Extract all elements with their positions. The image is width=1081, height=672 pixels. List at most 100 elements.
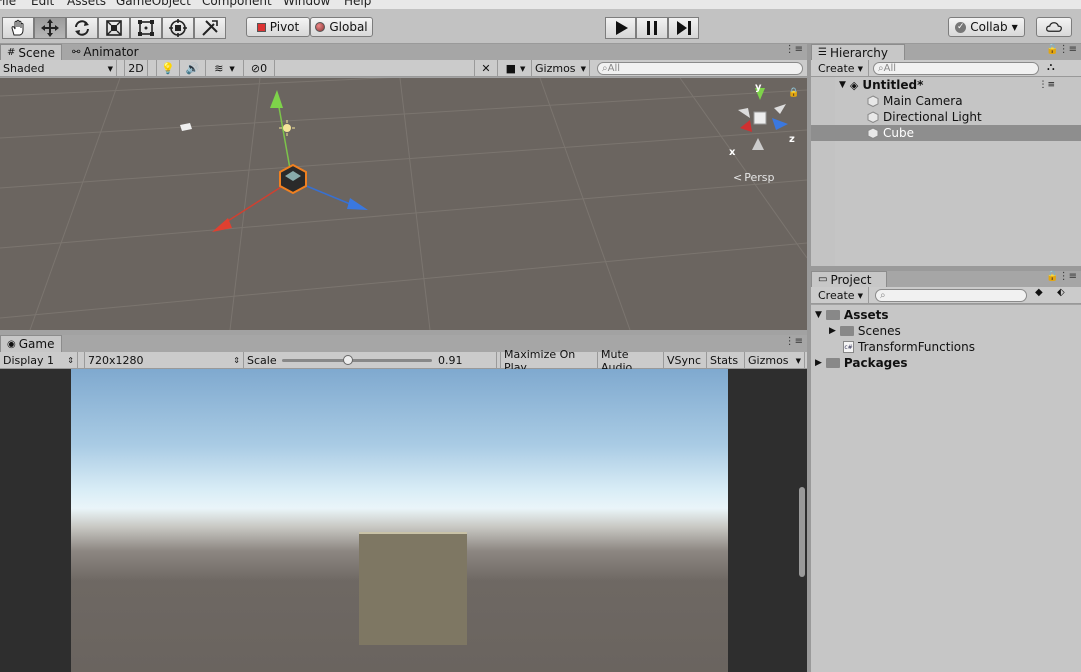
camera-dropdown[interactable]: ■ ▼: [500, 60, 532, 77]
axis-z-label: z: [789, 134, 795, 145]
vsync-toggle[interactable]: VSync: [664, 352, 707, 369]
hierarchy-item-label: Directional Light: [883, 110, 982, 124]
play-button[interactable]: [605, 17, 636, 39]
tab-scene-label: Scene: [18, 45, 55, 60]
menu-component[interactable]: Component: [202, 0, 272, 8]
audio-toggle[interactable]: 🔊: [180, 60, 206, 77]
scale-slider-group: Scale 0.91: [244, 352, 497, 369]
2d-toggle[interactable]: 2D: [124, 60, 148, 77]
hierarchy-create-dropdown[interactable]: Create ▼: [815, 60, 869, 77]
grid-icon: #: [7, 47, 16, 58]
scale-slider-thumb[interactable]: [343, 355, 353, 365]
collab-dropdown[interactable]: ✓ Collab ▼: [948, 17, 1025, 37]
cloud-button[interactable]: [1036, 17, 1072, 37]
project-search-input[interactable]: ⌕: [875, 289, 1027, 302]
menu-assets[interactable]: Assets: [67, 0, 106, 8]
resolution-dropdown[interactable]: 720x1280 ⇕: [84, 352, 244, 369]
scene-viewport[interactable]: y x z 🔒 < Persp: [0, 78, 807, 330]
project-folder-assets[interactable]: ▼ Assets: [815, 307, 889, 323]
persp-label[interactable]: < Persp: [733, 171, 774, 184]
scene-search-input[interactable]: ⌕ All: [597, 62, 803, 75]
check-icon: ✓: [955, 21, 967, 33]
rotate-tool-button[interactable]: [66, 17, 98, 39]
tab-scene[interactable]: # Scene: [0, 44, 62, 60]
stats-toggle[interactable]: Stats: [707, 352, 745, 369]
menu-help[interactable]: Help: [344, 0, 371, 8]
project-tabbar: ▭ Project 🔒⋮≡: [811, 271, 1081, 287]
animator-icon: ⚯: [72, 46, 81, 58]
dropdown-arrow-icon: ▼: [580, 64, 586, 73]
hierarchy-item[interactable]: Main Camera: [867, 93, 963, 109]
lock-icon[interactable]: 🔒: [788, 88, 799, 98]
hierarchy-item[interactable]: Directional Light: [867, 109, 982, 125]
gameobject-icon: [867, 111, 879, 123]
game-viewport[interactable]: [0, 369, 807, 672]
dropdown-arrow-icon: ▼: [107, 64, 113, 73]
hidden-objects-toggle[interactable]: ⊘ 0: [244, 60, 275, 77]
tab-hierarchy[interactable]: ☰ Hierarchy: [811, 44, 905, 60]
hierarchy-search-input[interactable]: ⌕ All: [873, 62, 1039, 75]
scene-root[interactable]: ▼ ◈ Untitled* ⋮≡: [839, 77, 1081, 93]
effects-dropdown[interactable]: ≋ ▼: [206, 60, 244, 77]
filter-type-icon[interactable]: ◆: [1035, 287, 1043, 304]
folder-icon: [839, 326, 854, 336]
scene-name: Untitled*: [862, 78, 924, 92]
hand-tool-button[interactable]: [2, 17, 34, 39]
scale-slider[interactable]: [282, 355, 432, 365]
step-button[interactable]: [668, 17, 699, 39]
tab-game-label: Game: [18, 337, 55, 351]
scale-tool-button[interactable]: [98, 17, 130, 39]
hand-icon: [11, 19, 24, 36]
label-icon[interactable]: ⬖: [1057, 287, 1065, 304]
maximize-on-play-toggle[interactable]: Maximize On Play: [500, 348, 598, 374]
project-folder-packages[interactable]: ▶ Packages: [815, 355, 908, 371]
create-label: Create: [818, 62, 855, 75]
filter-icon[interactable]: ⛬: [1047, 60, 1055, 77]
search-placeholder: All: [607, 63, 621, 74]
tab-game[interactable]: ◉ Game: [0, 335, 62, 352]
tools-toggle[interactable]: ✕: [474, 60, 498, 77]
dropdown-arrow-icon: ▼: [795, 356, 801, 365]
hierarchy-item-selected[interactable]: Cube: [867, 125, 914, 141]
transform-tool-button[interactable]: [162, 17, 194, 39]
gizmos-label: Gizmos: [535, 62, 576, 75]
cube-object: [359, 532, 467, 645]
panel-menu-icon[interactable]: 🔒⋮≡: [1046, 44, 1077, 55]
menu-file[interactable]: File: [0, 0, 16, 8]
move-tool-button[interactable]: [34, 17, 66, 39]
game-gizmos-dropdown[interactable]: Gizmos ▼: [745, 352, 805, 369]
lightbulb-icon: 💡: [161, 62, 175, 75]
dropdown-arrow-icon: ▼: [520, 64, 526, 73]
move-icon: [41, 19, 59, 37]
scene-toolbar: Shaded ▼ 2D 💡 🔊 ≋ ▼ ⊘ 0 ✕ ■ ▼ Gizmos ▼ ⌕ A…: [0, 60, 807, 77]
panel-menu-icon[interactable]: ⋮≡: [785, 336, 803, 347]
selected-row-highlight: [811, 125, 1081, 141]
mute-audio-toggle[interactable]: Mute Audio: [598, 348, 664, 374]
list-icon: ☰: [818, 47, 827, 58]
gizmos-dropdown[interactable]: Gizmos ▼: [532, 60, 590, 77]
tab-animator[interactable]: ⚯ Animator: [66, 44, 146, 60]
folder-label: Assets: [843, 308, 889, 322]
project-folder-scenes[interactable]: ▶ Scenes: [829, 323, 901, 339]
display-label: Display 1: [3, 354, 55, 367]
collab-label: Collab: [970, 20, 1008, 34]
lighting-toggle[interactable]: 💡: [156, 60, 180, 77]
panel-menu-icon[interactable]: ⋮≡: [785, 44, 803, 55]
pivot-toggle[interactable]: Pivot: [246, 17, 310, 37]
menu-edit[interactable]: Edit: [31, 0, 54, 8]
tab-project[interactable]: ▭ Project: [811, 271, 887, 287]
display-dropdown[interactable]: Display 1 ⇕: [0, 352, 78, 369]
custom-tool-button[interactable]: [194, 17, 226, 39]
shading-dropdown[interactable]: Shaded ▼: [0, 60, 117, 77]
menu-window[interactable]: Window: [283, 0, 330, 8]
project-script-item[interactable]: c# TransformFunctions: [843, 339, 975, 355]
pause-button[interactable]: [636, 17, 668, 39]
project-create-dropdown[interactable]: Create ▼: [815, 287, 869, 304]
rect-tool-button[interactable]: [130, 17, 162, 39]
scale-value: 0.91: [438, 354, 463, 367]
panel-menu-icon[interactable]: 🔒⋮≡: [1046, 271, 1077, 282]
scene-menu-icon[interactable]: ⋮≡: [1038, 80, 1055, 90]
global-toggle[interactable]: Global: [310, 17, 373, 37]
menu-gameobject[interactable]: GameObject: [116, 0, 191, 8]
game-scrollbar[interactable]: [799, 487, 805, 577]
